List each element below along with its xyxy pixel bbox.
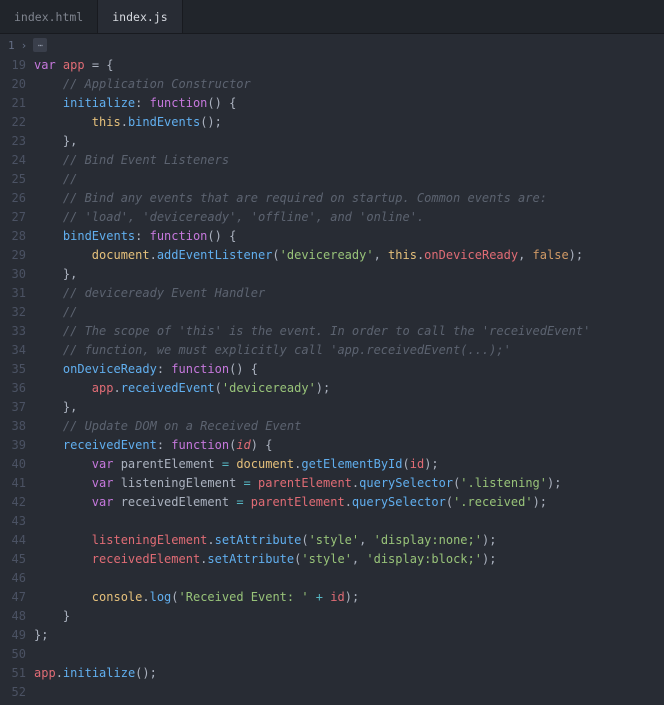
code-line: var listeningElement = parentElement.que… bbox=[34, 474, 664, 493]
line-number: 52 bbox=[0, 683, 26, 702]
line-number: 44 bbox=[0, 531, 26, 550]
code-line bbox=[34, 512, 664, 531]
line-number: 50 bbox=[0, 645, 26, 664]
line-number: 33 bbox=[0, 322, 26, 341]
code-line: // Bind Event Listeners bbox=[34, 151, 664, 170]
code-line: // bbox=[34, 303, 664, 322]
code-line: // Update DOM on a Received Event bbox=[34, 417, 664, 436]
code-lines: var app = { // Application Constructor i… bbox=[34, 56, 664, 705]
code-line: // bbox=[34, 170, 664, 189]
line-number: 40 bbox=[0, 455, 26, 474]
line-number: 22 bbox=[0, 113, 26, 132]
code-line: // Bind any events that are required on … bbox=[34, 189, 664, 208]
line-number: 21 bbox=[0, 94, 26, 113]
code-line: // 'load', 'deviceready', 'offline', and… bbox=[34, 208, 664, 227]
tab-label: index.js bbox=[112, 10, 167, 24]
tab-index-html[interactable]: index.html bbox=[0, 0, 98, 33]
line-number: 28 bbox=[0, 227, 26, 246]
line-number: 26 bbox=[0, 189, 26, 208]
line-number: 48 bbox=[0, 607, 26, 626]
code-line: }; bbox=[34, 626, 664, 645]
code-line: onDeviceReady: function() { bbox=[34, 360, 664, 379]
code-line: var app = { bbox=[34, 56, 664, 75]
code-editor[interactable]: 1920212223242526272829303132333435363738… bbox=[0, 56, 664, 705]
code-line: }, bbox=[34, 398, 664, 417]
code-line: }, bbox=[34, 265, 664, 284]
code-line: var parentElement = document.getElementB… bbox=[34, 455, 664, 474]
line-number: 23 bbox=[0, 132, 26, 151]
line-number: 49 bbox=[0, 626, 26, 645]
chevron-right-icon: › bbox=[21, 39, 28, 52]
code-line: receivedElement.setAttribute('style', 'd… bbox=[34, 550, 664, 569]
line-number: 29 bbox=[0, 246, 26, 265]
tab-bar: index.html index.js bbox=[0, 0, 664, 34]
line-number: 31 bbox=[0, 284, 26, 303]
code-line bbox=[34, 569, 664, 588]
line-number: 42 bbox=[0, 493, 26, 512]
code-line: // deviceready Event Handler bbox=[34, 284, 664, 303]
code-line: } bbox=[34, 607, 664, 626]
code-line: bindEvents: function() { bbox=[34, 227, 664, 246]
line-number: 20 bbox=[0, 75, 26, 94]
line-number: 19 bbox=[0, 56, 26, 75]
line-number: 34 bbox=[0, 341, 26, 360]
line-number: 38 bbox=[0, 417, 26, 436]
code-line: listeningElement.setAttribute('style', '… bbox=[34, 531, 664, 550]
code-line: app.receivedEvent('deviceready'); bbox=[34, 379, 664, 398]
code-line bbox=[34, 645, 664, 664]
line-number: 30 bbox=[0, 265, 26, 284]
code-line: initialize: function() { bbox=[34, 94, 664, 113]
line-number: 35 bbox=[0, 360, 26, 379]
line-number: 47 bbox=[0, 588, 26, 607]
line-number: 24 bbox=[0, 151, 26, 170]
line-number: 37 bbox=[0, 398, 26, 417]
line-gutter: 1920212223242526272829303132333435363738… bbox=[0, 56, 34, 705]
line-number: 45 bbox=[0, 550, 26, 569]
code-line: this.bindEvents(); bbox=[34, 113, 664, 132]
code-line: console.log('Received Event: ' + id); bbox=[34, 588, 664, 607]
tab-label: index.html bbox=[14, 10, 83, 24]
breadcrumb-number: 1 bbox=[8, 39, 15, 52]
line-number: 43 bbox=[0, 512, 26, 531]
line-number: 25 bbox=[0, 170, 26, 189]
code-line: // function, we must explicitly call 'ap… bbox=[34, 341, 664, 360]
code-line: }, bbox=[34, 132, 664, 151]
code-line: var receivedElement = parentElement.quer… bbox=[34, 493, 664, 512]
line-number: 46 bbox=[0, 569, 26, 588]
line-number: 32 bbox=[0, 303, 26, 322]
breadcrumb-symbol[interactable]: ⋯ bbox=[33, 38, 47, 52]
breadcrumb: 1 › ⋯ bbox=[0, 34, 664, 56]
code-line: // Application Constructor bbox=[34, 75, 664, 94]
line-number: 36 bbox=[0, 379, 26, 398]
code-line: // The scope of 'this' is the event. In … bbox=[34, 322, 664, 341]
line-number: 27 bbox=[0, 208, 26, 227]
code-line bbox=[34, 683, 664, 702]
line-number: 51 bbox=[0, 664, 26, 683]
code-line: receivedEvent: function(id) { bbox=[34, 436, 664, 455]
line-number: 41 bbox=[0, 474, 26, 493]
line-number: 39 bbox=[0, 436, 26, 455]
tab-index-js[interactable]: index.js bbox=[98, 0, 182, 33]
code-line: app.initialize(); bbox=[34, 664, 664, 683]
code-line: document.addEventListener('deviceready',… bbox=[34, 246, 664, 265]
